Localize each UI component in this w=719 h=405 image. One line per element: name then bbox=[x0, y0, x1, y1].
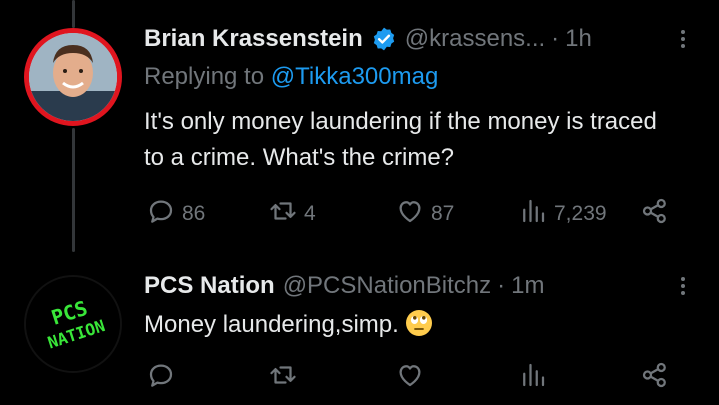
reply-count: 86 bbox=[182, 202, 206, 225]
tweet-pcs-nation[interactable]: PCS NATION PCS Nation @PCSNationBitchz ·… bbox=[0, 255, 719, 405]
avatar-logo: PCS NATION bbox=[26, 277, 120, 371]
author-handle[interactable]: @PCSNationBitchz bbox=[283, 271, 491, 301]
retweet-count: 4 bbox=[304, 202, 316, 225]
more-options-icon[interactable] bbox=[671, 271, 695, 301]
separator-dot: · bbox=[497, 272, 506, 299]
retweet-icon bbox=[268, 196, 298, 232]
reply-button[interactable] bbox=[146, 361, 176, 395]
avatar[interactable] bbox=[24, 28, 122, 126]
tweet-text: It's only money laundering if the money … bbox=[144, 108, 657, 171]
avatar[interactable]: PCS NATION bbox=[24, 275, 122, 373]
views-icon bbox=[518, 360, 548, 396]
like-button[interactable]: 87 bbox=[395, 197, 454, 231]
share-icon bbox=[640, 196, 670, 232]
reply-icon bbox=[146, 196, 176, 232]
views-button[interactable]: 7,239 bbox=[518, 197, 607, 231]
tweet-actions: 86 4 87 7,239 bbox=[0, 197, 719, 231]
tweet-header: PCS Nation @PCSNationBitchz · 1m bbox=[144, 271, 689, 301]
share-button[interactable] bbox=[640, 361, 670, 395]
like-count: 87 bbox=[431, 202, 455, 225]
retweet-icon bbox=[268, 360, 298, 396]
retweet-button[interactable] bbox=[268, 361, 298, 395]
heart-icon bbox=[395, 360, 425, 396]
timestamp[interactable]: 1h bbox=[565, 24, 592, 54]
replying-to: Replying to @Tikka300mag bbox=[144, 62, 438, 92]
tweet-text: Money laundering,simp. bbox=[144, 311, 399, 338]
retweet-button[interactable]: 4 bbox=[268, 197, 316, 231]
avatar-photo bbox=[29, 33, 117, 121]
tweet-header: Brian Krassenstein @krassens... · 1h bbox=[144, 24, 689, 54]
face-with-rolling-eyes-icon bbox=[405, 309, 433, 337]
author-name[interactable]: Brian Krassenstein bbox=[144, 24, 363, 54]
reply-button[interactable]: 86 bbox=[146, 197, 205, 231]
tweet-brian-krassenstein[interactable]: Brian Krassenstein @krassens... · 1h Rep… bbox=[0, 0, 719, 255]
views-count: 7,239 bbox=[554, 202, 607, 225]
share-button[interactable] bbox=[640, 197, 670, 231]
tweet-text-container: Money laundering,simp. bbox=[144, 307, 679, 343]
more-options-icon[interactable] bbox=[671, 24, 695, 54]
author-handle[interactable]: @krassens... bbox=[405, 24, 545, 54]
author-name[interactable]: PCS Nation bbox=[144, 271, 275, 301]
tweet-actions bbox=[0, 361, 719, 395]
like-button[interactable] bbox=[395, 361, 425, 395]
views-button[interactable] bbox=[518, 361, 548, 395]
views-icon bbox=[518, 196, 548, 232]
heart-icon bbox=[395, 196, 425, 232]
reply-icon bbox=[146, 360, 176, 396]
separator-dot: · bbox=[551, 25, 560, 52]
verified-badge-icon bbox=[371, 26, 397, 52]
timestamp[interactable]: 1m bbox=[511, 271, 544, 301]
replying-prefix: Replying to bbox=[144, 63, 265, 90]
share-icon bbox=[640, 360, 670, 396]
replying-mention-link[interactable]: @Tikka300mag bbox=[271, 63, 439, 90]
